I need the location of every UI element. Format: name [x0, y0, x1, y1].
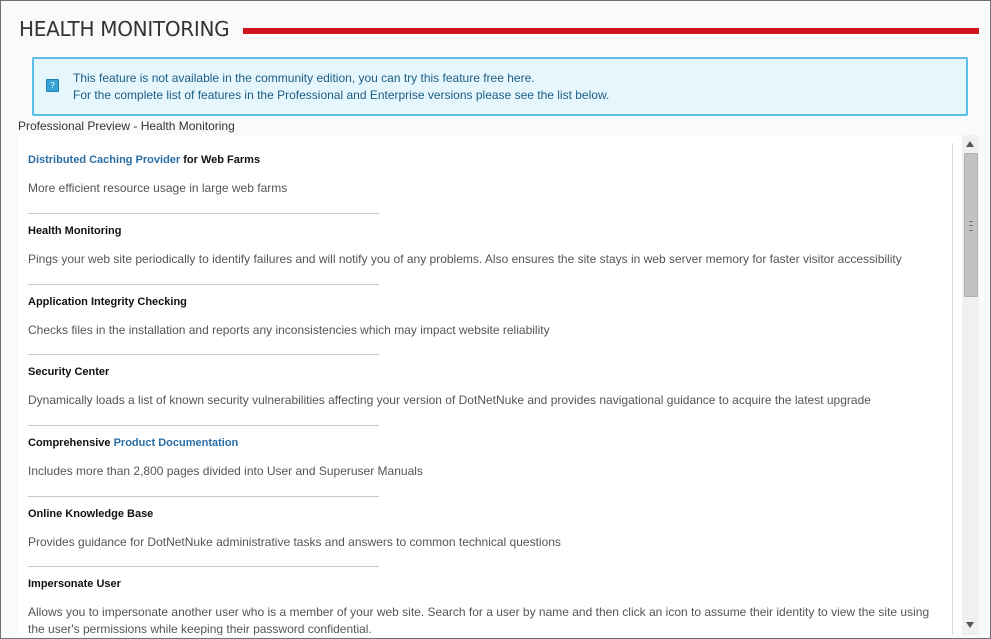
info-icon: ?: [46, 79, 59, 92]
notice-line-1-suffix: .: [531, 71, 535, 85]
feature-title-rest: for Web Farms: [180, 154, 261, 166]
distributed-caching-link[interactable]: Distributed Caching Provider: [28, 154, 180, 166]
feature-item: Health Monitoring Pings your web site pe…: [28, 224, 943, 268]
feature-title: Application Integrity Checking: [28, 296, 187, 308]
feature-item: Comprehensive Product Documentation Incl…: [28, 436, 943, 480]
feature-item: Security Center Dynamically loads a list…: [28, 365, 943, 409]
feature-description: Provides guidance for DotNetNuke adminis…: [28, 535, 561, 549]
feature-description: Checks files in the installation and rep…: [28, 323, 550, 337]
feature-title: Distributed Caching Provider for Web Far…: [28, 153, 943, 167]
feature-description: Dynamically loads a list of known securi…: [28, 393, 871, 407]
preview-label: Professional Preview - Health Monitoring: [18, 119, 235, 133]
feature-description: More efficient resource usage in large w…: [28, 181, 288, 195]
feature-description: Includes more than 2,800 pages divided i…: [28, 464, 423, 478]
scrollbar-thumb[interactable]: [964, 153, 978, 297]
feature-divider: [28, 425, 379, 426]
grip-icon: [969, 221, 973, 231]
feature-divider: [28, 284, 379, 285]
title-rule: [243, 28, 979, 34]
page-title: HEALTH MONITORING: [19, 17, 230, 41]
product-documentation-link[interactable]: Product Documentation: [114, 437, 239, 449]
notice-line-1: This feature is not available in the com…: [73, 70, 609, 87]
feature-item: Application Integrity Checking Checks fi…: [28, 295, 943, 339]
try-free-link[interactable]: here: [507, 71, 531, 85]
module-frame: HEALTH MONITORING ? This feature is not …: [0, 0, 991, 639]
panel-scrollbar[interactable]: [962, 135, 979, 635]
feature-description: Allows you to impersonate another user w…: [28, 605, 930, 635]
notice-text: This feature is not available in the com…: [73, 70, 609, 104]
info-notice: ? This feature is not available in the c…: [32, 57, 968, 116]
feature-description: Pings your web site periodically to iden…: [28, 252, 902, 266]
feature-title: Health Monitoring: [28, 225, 122, 237]
panel-border: [952, 143, 953, 635]
feature-divider: [28, 354, 379, 355]
page-header: HEALTH MONITORING: [19, 15, 979, 45]
notice-line-1-text: This feature is not available in the com…: [73, 71, 508, 85]
feature-divider: [28, 213, 379, 214]
scroll-up-arrow-icon[interactable]: [966, 141, 974, 147]
feature-title: Online Knowledge Base: [28, 508, 154, 520]
scroll-down-arrow-icon[interactable]: [966, 622, 974, 628]
feature-item: Online Knowledge Base Provides guidance …: [28, 507, 943, 551]
feature-divider: [28, 496, 379, 497]
notice-line-2: For the complete list of features in the…: [73, 88, 610, 102]
feature-title: Security Center: [28, 366, 110, 378]
feature-item: Impersonate User Allows you to impersona…: [28, 577, 943, 635]
feature-divider: [28, 566, 379, 567]
features-panel: Distributed Caching Provider for Web Far…: [18, 135, 962, 635]
feature-title-prefix: Comprehensive: [28, 437, 114, 449]
feature-title: Impersonate User: [28, 578, 121, 590]
feature-item: Distributed Caching Provider for Web Far…: [28, 153, 943, 197]
feature-title: Comprehensive Product Documentation: [28, 436, 943, 450]
